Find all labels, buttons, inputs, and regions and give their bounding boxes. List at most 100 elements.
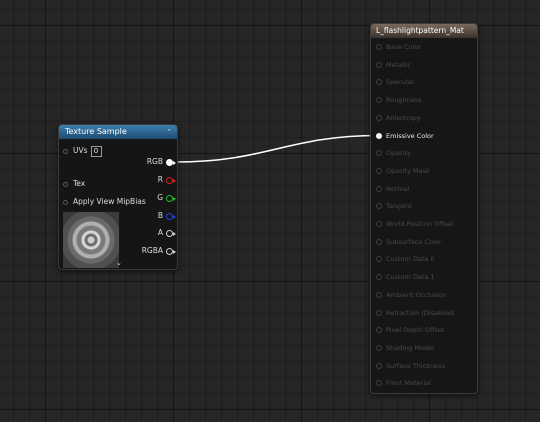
mipbias-input-label: Apply View MipBias — [73, 197, 146, 206]
material-input-pin-icon[interactable] — [376, 344, 382, 351]
material-input-row[interactable]: World Position Offset — [376, 218, 454, 230]
uvs-index-field[interactable]: 0 — [90, 145, 102, 157]
output-a-label: A — [157, 228, 163, 237]
material-input-row[interactable]: Front Material — [376, 377, 431, 389]
material-input-pin-icon[interactable] — [376, 327, 382, 334]
mipbias-input-row[interactable]: Apply View MipBias — [63, 196, 146, 208]
material-input-pin-icon[interactable] — [376, 132, 382, 139]
material-input-label: Refraction (Disabled) — [386, 308, 455, 317]
material-input-pin-icon[interactable] — [376, 309, 382, 316]
material-input-label: Emissive Color — [386, 131, 434, 140]
material-graph-canvas[interactable]: Texture Sample ⌃ UVs 0 Tex Apply View Mi… — [0, 0, 540, 422]
material-input-row[interactable]: Refraction (Disabled) — [376, 307, 455, 319]
material-input-label: Pixel Depth Offset — [386, 326, 445, 335]
material-input-row[interactable]: Opacity — [376, 147, 411, 159]
material-input-pin-icon[interactable] — [376, 203, 382, 210]
material-input-row[interactable]: Pixel Depth Offset — [376, 324, 445, 336]
uvs-input-row[interactable]: UVs 0 — [63, 145, 102, 157]
material-input-label: Ambient Occlusion — [386, 290, 447, 299]
expand-arrow-icon[interactable]: ⌄ — [116, 259, 122, 267]
material-input-row[interactable]: Specular — [376, 76, 414, 88]
material-input-row[interactable]: Roughness — [376, 94, 421, 106]
material-input-pin-icon[interactable] — [376, 97, 382, 104]
tex-input-label: Tex — [73, 179, 86, 188]
texture-sample-node[interactable]: Texture Sample ⌃ UVs 0 Tex Apply View Mi… — [58, 124, 178, 270]
material-input-label: Custom Data 0 — [386, 255, 435, 264]
output-rgb-row[interactable]: RGB — [146, 156, 176, 168]
output-rgb-label: RGB — [146, 157, 163, 166]
material-input-pin-icon[interactable] — [376, 221, 382, 227]
material-input-label: Surface Thickness — [386, 361, 445, 370]
output-b-pin-icon[interactable] — [166, 212, 176, 220]
material-input-pin-icon[interactable] — [376, 256, 382, 263]
texture-sample-node-body: UVs 0 Tex Apply View MipBias RGB R G B A… — [59, 139, 177, 269]
material-input-row[interactable]: Normal — [376, 183, 410, 195]
collapse-arrow-icon[interactable]: ⌃ — [166, 125, 172, 139]
material-input-row[interactable]: Ambient Occlusion — [376, 289, 447, 301]
material-input-label: Tangent — [386, 202, 412, 211]
texture-sample-node-title: Texture Sample — [65, 127, 127, 136]
material-input-pin-icon[interactable] — [376, 150, 382, 157]
material-input-pin-icon[interactable] — [376, 291, 382, 298]
material-input-row[interactable]: Custom Data 1 — [376, 271, 435, 283]
material-input-label: Specular — [386, 78, 415, 87]
material-input-pin-icon[interactable] — [376, 185, 382, 192]
material-input-row[interactable]: Custom Data 0 — [376, 253, 435, 265]
output-rgba-row[interactable]: RGBA — [141, 245, 176, 257]
material-input-row[interactable]: Metallic — [376, 59, 411, 71]
tex-input-pin-icon[interactable] — [63, 181, 68, 187]
material-input-row[interactable]: Shading Model — [376, 342, 434, 354]
material-input-label: Opacity — [386, 149, 412, 158]
material-input-row[interactable]: Opacity Mask — [376, 165, 430, 177]
material-input-pin-icon[interactable] — [376, 44, 382, 50]
material-input-row[interactable]: Anisotropy — [376, 112, 421, 124]
material-input-label: Normal — [386, 184, 410, 193]
material-result-node[interactable]: L_flashlightpattern_Mat Base Color Metall… — [370, 23, 478, 394]
material-input-pin-icon[interactable] — [376, 362, 382, 369]
material-input-label: Base Color — [386, 43, 421, 51]
output-a-pin-icon[interactable] — [166, 229, 176, 237]
material-input-pin-icon[interactable] — [376, 114, 382, 121]
uvs-input-pin-icon[interactable] — [63, 148, 68, 154]
material-input-row[interactable]: Base Color — [376, 41, 421, 53]
output-g-label: G — [157, 193, 163, 202]
output-rgba-label: RGBA — [141, 246, 163, 255]
material-input-label: Shading Model — [386, 343, 434, 352]
texture-preview-thumbnail[interactable] — [63, 212, 119, 268]
output-rgb-pin-icon[interactable] — [166, 158, 176, 166]
output-g-pin-icon[interactable] — [166, 194, 176, 202]
output-rgba-pin-icon[interactable] — [166, 247, 176, 255]
material-input-pin-icon[interactable] — [376, 79, 382, 86]
output-r-row[interactable]: R — [157, 174, 176, 186]
output-r-pin-icon[interactable] — [166, 176, 176, 184]
material-node-title: L_flashlightpattern_Mat — [376, 26, 464, 35]
output-b-label: B — [157, 211, 163, 220]
material-input-label: Roughness — [386, 96, 422, 105]
output-r-label: R — [157, 175, 163, 184]
material-input-pin-icon[interactable] — [376, 61, 382, 68]
material-input-label: Metallic — [386, 60, 412, 69]
output-b-row[interactable]: B — [157, 210, 176, 222]
material-input-label: Custom Data 1 — [386, 273, 435, 282]
material-input-row[interactable]: Emissive Color — [376, 130, 434, 142]
material-input-pin-icon[interactable] — [376, 167, 382, 174]
output-g-row[interactable]: G — [157, 192, 176, 204]
material-input-label: Subsurface Color — [386, 237, 442, 246]
material-input-pin-icon[interactable] — [376, 238, 382, 245]
texture-sample-node-header[interactable]: Texture Sample ⌃ — [59, 125, 177, 139]
material-input-label: Front Material — [386, 379, 431, 388]
material-node-header[interactable]: L_flashlightpattern_Mat — [371, 24, 477, 38]
material-input-pin-icon[interactable] — [376, 274, 382, 281]
material-input-pin-icon[interactable] — [376, 380, 382, 387]
material-input-label: Anisotropy — [386, 113, 421, 122]
material-input-label: Opacity Mask — [386, 166, 430, 175]
material-input-label: World Position Offset — [386, 220, 454, 228]
uvs-input-label: UVs — [73, 146, 88, 155]
mipbias-input-pin-icon[interactable] — [63, 199, 68, 205]
tex-input-row[interactable]: Tex — [63, 178, 85, 190]
material-input-row[interactable]: Subsurface Color — [376, 236, 441, 248]
material-input-row[interactable]: Tangent — [376, 200, 412, 212]
output-a-row[interactable]: A — [157, 227, 176, 239]
rgb-to-emissive-wire — [175, 134, 380, 163]
material-input-row[interactable]: Surface Thickness — [376, 360, 445, 372]
